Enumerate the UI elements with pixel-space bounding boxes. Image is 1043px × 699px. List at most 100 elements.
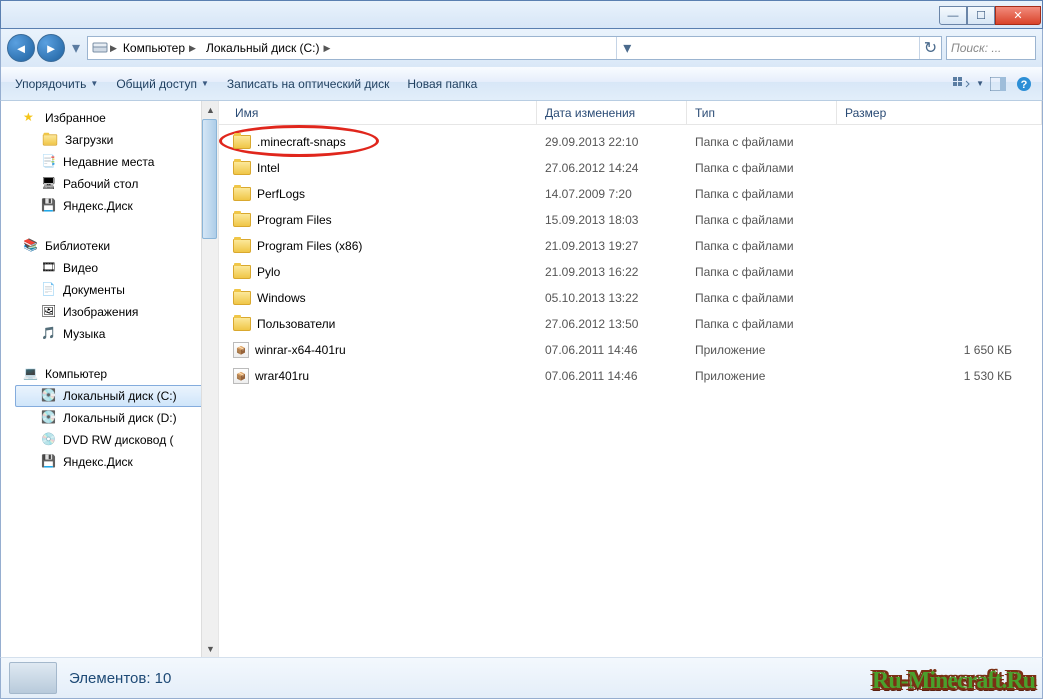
burn-button[interactable]: Записать на оптический диск xyxy=(219,73,398,95)
drive-icon: 💽 xyxy=(41,388,57,404)
nav-history-dropdown[interactable]: ▾ xyxy=(69,38,83,58)
file-type: Приложение xyxy=(695,343,845,357)
file-type: Папка с файлами xyxy=(695,213,845,227)
view-options-button[interactable] xyxy=(950,72,974,96)
file-row[interactable]: Program Files 15.09.2013 18:03Папка с фай… xyxy=(219,207,1042,233)
sidebar-yandex-disk-2[interactable]: 💾Яндекс.Диск xyxy=(1,451,218,473)
sidebar-dvd[interactable]: 💿DVD RW дисковод ( xyxy=(1,429,218,451)
sidebar-images[interactable]: 🖼Изображения xyxy=(1,301,218,323)
sidebar-documents[interactable]: 📄Документы xyxy=(1,279,218,301)
sidebar-drive-c[interactable]: 💽Локальный диск (C:) xyxy=(15,385,216,407)
disk-icon: 💾 xyxy=(41,454,57,470)
breadcrumb-drive-c[interactable]: Локальный диск (C:)▶ xyxy=(202,37,334,59)
organize-button[interactable]: Упорядочить▼ xyxy=(7,73,106,95)
preview-pane-button[interactable] xyxy=(986,72,1010,96)
file-date: 14.07.2009 7:20 xyxy=(545,187,695,201)
sidebar-drive-d[interactable]: 💽Локальный диск (D:) xyxy=(1,407,218,429)
share-button[interactable]: Общий доступ▼ xyxy=(108,73,217,95)
recent-icon: 📑 xyxy=(41,154,57,170)
scroll-down-icon[interactable]: ▼ xyxy=(202,640,219,657)
sidebar-yandex-disk[interactable]: 💾Яндекс.Диск xyxy=(1,195,218,217)
file-name: winrar-x64-401ru xyxy=(255,343,346,357)
sidebar-video[interactable]: 🎞Видео xyxy=(1,257,218,279)
sidebar-computer[interactable]: 💻Компьютер xyxy=(1,363,218,385)
titlebar: — ☐ ✕ xyxy=(0,0,1043,29)
file-date: 29.09.2013 22:10 xyxy=(545,135,695,149)
sidebar-libraries[interactable]: 📚Библиотеки xyxy=(1,235,218,257)
addr-dropdown-icon[interactable]: ▾ xyxy=(616,37,638,59)
maximize-button[interactable]: ☐ xyxy=(967,6,995,25)
chevron-down-icon: ▼ xyxy=(976,79,984,88)
file-name: Intel xyxy=(257,161,280,175)
image-icon: 🖼 xyxy=(41,304,57,320)
video-icon: 🎞 xyxy=(41,260,57,276)
file-row[interactable]: Intel27.06.2012 14:24Папка с файлами xyxy=(219,155,1042,181)
sidebar-favorites[interactable]: ★ Избранное xyxy=(1,107,218,129)
sidebar-scrollbar[interactable]: ▲ ▼ xyxy=(201,101,218,657)
minimize-button[interactable]: — xyxy=(939,6,967,25)
file-date: 07.06.2011 14:46 xyxy=(545,343,695,357)
file-date: 21.09.2013 16:22 xyxy=(545,265,695,279)
document-icon: 📄 xyxy=(41,282,57,298)
file-date: 15.09.2013 18:03 xyxy=(545,213,695,227)
file-row[interactable]: Program Files (x86)21.09.2013 19:27Папка… xyxy=(219,233,1042,259)
file-date: 27.06.2012 13:50 xyxy=(545,317,695,331)
folder-icon xyxy=(233,239,251,253)
chevron-right-icon: ▶ xyxy=(110,43,117,54)
breadcrumb-computer[interactable]: Компьютер▶ xyxy=(119,37,200,59)
library-icon: 📚 xyxy=(23,238,39,254)
file-size: 1 650 КБ xyxy=(845,343,1042,357)
file-row[interactable]: 📦wrar401ru07.06.2011 14:46Приложение1 53… xyxy=(219,363,1042,389)
folder-icon xyxy=(233,213,251,227)
back-button[interactable]: ◄ xyxy=(7,34,35,62)
file-size: 1 530 КБ xyxy=(845,369,1042,383)
sidebar-downloads[interactable]: Загрузки xyxy=(1,129,218,151)
folder-icon xyxy=(233,291,251,305)
folder-icon xyxy=(233,317,251,331)
search-input[interactable]: Поиск: ... xyxy=(946,36,1036,60)
watermark: Ru-Minecraft.Ru xyxy=(872,668,1035,695)
file-name: Program Files xyxy=(257,213,332,227)
folder-icon xyxy=(233,135,251,149)
computer-icon: 💻 xyxy=(23,366,39,382)
folder-icon xyxy=(43,134,57,145)
file-row[interactable]: Pylo21.09.2013 16:22Папка с файлами xyxy=(219,259,1042,285)
file-type: Папка с файлами xyxy=(695,239,845,253)
folder-icon xyxy=(233,187,251,201)
close-button[interactable]: ✕ xyxy=(995,6,1041,25)
refresh-button[interactable]: ↻ xyxy=(919,37,941,59)
column-name[interactable]: Имя xyxy=(227,101,537,124)
help-button[interactable]: ? xyxy=(1012,72,1036,96)
address-bar-row: ◄ ► ▾ ▶ Компьютер▶ Локальный диск (C:)▶ … xyxy=(0,29,1043,67)
file-row[interactable]: PerfLogs14.07.2009 7:20Папка с файлами xyxy=(219,181,1042,207)
file-row[interactable]: 📦winrar-x64-401ru07.06.2011 14:46Приложе… xyxy=(219,337,1042,363)
column-date[interactable]: Дата изменения xyxy=(537,101,687,124)
file-date: 27.06.2012 14:24 xyxy=(545,161,695,175)
file-type: Папка с файлами xyxy=(695,317,845,331)
scroll-thumb[interactable] xyxy=(202,119,217,239)
scroll-up-icon[interactable]: ▲ xyxy=(202,101,219,118)
forward-button[interactable]: ► xyxy=(37,34,65,62)
exe-icon: 📦 xyxy=(233,368,249,384)
folder-icon xyxy=(233,265,251,279)
file-row[interactable]: .minecraft-snaps29.09.2013 22:10Папка с … xyxy=(219,129,1042,155)
desktop-icon: 🖥 xyxy=(41,176,57,192)
new-folder-button[interactable]: Новая папка xyxy=(399,73,485,95)
file-date: 05.10.2013 13:22 xyxy=(545,291,695,305)
sidebar-music[interactable]: 🎵Музыка xyxy=(1,323,218,345)
star-icon: ★ xyxy=(23,110,39,126)
column-headers: Имя Дата изменения Тип Размер xyxy=(219,101,1042,125)
sidebar-desktop[interactable]: 🖥Рабочий стол xyxy=(1,173,218,195)
file-name: wrar401ru xyxy=(255,369,309,383)
file-row[interactable]: Windows05.10.2013 13:22Папка с файлами xyxy=(219,285,1042,311)
column-type[interactable]: Тип xyxy=(687,101,837,124)
file-list: .minecraft-snaps29.09.2013 22:10Папка с … xyxy=(219,125,1042,657)
address-bar[interactable]: ▶ Компьютер▶ Локальный диск (C:)▶ ▾ ↻ xyxy=(87,36,942,60)
sidebar-recent[interactable]: 📑Недавние места xyxy=(1,151,218,173)
file-row[interactable]: Пользователи27.06.2012 13:50Папка с файл… xyxy=(219,311,1042,337)
file-type: Папка с файлами xyxy=(695,135,845,149)
navigation-pane: ★ Избранное Загрузки 📑Недавние места 🖥Ра… xyxy=(1,101,219,657)
file-name: PerfLogs xyxy=(257,187,305,201)
folder-icon xyxy=(233,161,251,175)
column-size[interactable]: Размер xyxy=(837,101,1042,124)
